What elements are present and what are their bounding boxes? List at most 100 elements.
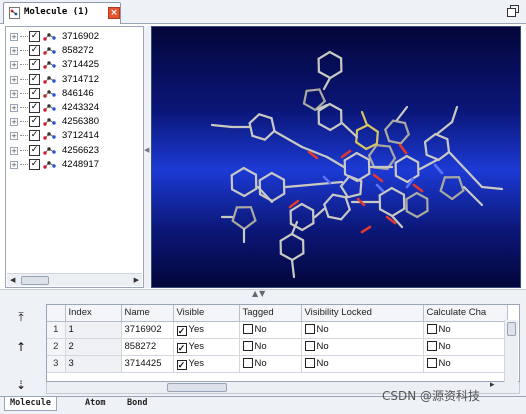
splitter-grip-icon[interactable]: ▲▼ (252, 289, 266, 298)
tab-bond-properties[interactable]: Bond (122, 397, 152, 411)
locked-checkbox[interactable] (304, 341, 315, 351)
visibility-checkbox[interactable]: ✓ (29, 158, 40, 170)
visible-checkbox[interactable]: ✓ (176, 359, 187, 370)
visible-checkbox[interactable]: ✓ (176, 325, 187, 336)
tree-item[interactable]: + ✓ 3714425 (6, 58, 143, 72)
visible-cell[interactable]: ✓ Yes (173, 321, 240, 339)
visibility-checkbox[interactable]: ✓ (29, 130, 40, 142)
locked-checkbox[interactable] (304, 324, 315, 334)
visible-checkbox[interactable]: ✓ (176, 342, 187, 353)
column-header-tagged[interactable]: Tagged (239, 305, 302, 322)
visibility-checkbox[interactable]: ✓ (29, 45, 40, 57)
tree-item[interactable]: + ✓ 4243324 (6, 101, 143, 115)
column-header-name[interactable]: Name (121, 305, 174, 322)
tagged-cell[interactable]: No (239, 321, 302, 339)
expand-icon[interactable]: + (10, 118, 18, 127)
visibility-checkbox[interactable]: ✓ (29, 59, 40, 71)
tagged-checkbox[interactable] (242, 341, 253, 351)
tree-item[interactable]: + ✓ 4248917 (6, 158, 143, 172)
tagged-checkbox[interactable] (242, 358, 253, 368)
resize-grip-icon[interactable]: ▸ (490, 380, 495, 390)
close-tab-button[interactable]: × (108, 7, 120, 19)
molecule-icon (43, 33, 56, 41)
expand-icon[interactable]: + (10, 75, 18, 84)
vertical-splitter[interactable]: ◀ (144, 26, 151, 288)
expand-icon[interactable]: + (10, 132, 18, 141)
tagged-cell[interactable]: No (239, 355, 302, 373)
collapse-left-icon[interactable]: ◀ (144, 146, 149, 154)
row-number[interactable]: 3 (47, 355, 66, 373)
expand-icon[interactable]: + (10, 104, 18, 112)
tree-item[interactable]: + ✓ 846146 (6, 87, 143, 101)
molecule-3d-viewer[interactable] (151, 26, 521, 288)
tab-atom-properties[interactable]: Atom (80, 397, 110, 411)
tab-molecule[interactable]: Molecule (1) × (3, 2, 121, 24)
table-row[interactable]: 2 2 858272 ✓ Yes No No No (47, 338, 508, 356)
scroll-thumb[interactable] (167, 383, 227, 392)
molecule-icon (43, 118, 56, 126)
scroll-thumb[interactable] (507, 322, 516, 336)
tree-item[interactable]: + ✓ 3712414 (6, 129, 143, 143)
tree-item[interactable]: + ✓ 858272 (6, 44, 143, 58)
molecule-icon (43, 47, 56, 55)
scroll-thumb[interactable] (21, 276, 49, 285)
tab-title: Molecule (1) (24, 7, 90, 17)
calculate-charge-checkbox[interactable] (426, 324, 437, 334)
molecule-icon (43, 161, 56, 169)
index-cell[interactable]: 3 (65, 355, 122, 373)
locked-cell[interactable]: No (301, 338, 424, 356)
expand-icon[interactable]: + (10, 146, 18, 155)
scroll-right-icon[interactable]: ▶ (134, 276, 139, 284)
visibility-checkbox[interactable]: ✓ (29, 31, 40, 42)
tagged-checkbox[interactable] (242, 324, 253, 334)
tagged-cell[interactable]: No (239, 338, 302, 356)
column-header-index[interactable]: Index (65, 305, 122, 322)
horizontal-splitter[interactable]: ▲▼ (0, 289, 526, 299)
expand-icon[interactable]: + (10, 160, 18, 169)
table-row[interactable]: 3 3 3714425 ✓ Yes No No No (47, 355, 508, 373)
column-header-calculate-charge[interactable]: Calculate Cha (423, 305, 508, 322)
row-number[interactable]: 1 (47, 321, 66, 339)
tree-item[interactable]: + ✓ 4256380 (6, 115, 143, 129)
visibility-checkbox[interactable]: ✓ (29, 102, 40, 113)
tree-horizontal-scrollbar[interactable]: ◀ ▶ (7, 273, 142, 286)
calculate-charge-cell[interactable]: No (423, 338, 508, 356)
calculate-charge-checkbox[interactable] (426, 358, 437, 368)
move-to-top-button[interactable]: ⤒ (12, 308, 30, 326)
table-row[interactable]: 1 1 3716902 ✓ Yes No No No (47, 321, 508, 339)
expand-icon[interactable]: + (10, 89, 18, 98)
move-down-button[interactable]: ⇣ (12, 376, 30, 394)
visibility-checkbox[interactable]: ✓ (29, 87, 40, 99)
locked-cell[interactable]: No (301, 355, 424, 373)
calculate-charge-checkbox[interactable] (426, 341, 437, 351)
name-cell[interactable]: 858272 (121, 338, 174, 356)
calculate-charge-cell[interactable]: No (423, 355, 508, 373)
table-vertical-scrollbar[interactable] (504, 320, 518, 382)
visible-cell[interactable]: ✓ Yes (173, 338, 240, 356)
locked-checkbox[interactable] (304, 358, 315, 368)
restore-window-icon[interactable] (507, 5, 519, 17)
name-cell[interactable]: 3716902 (121, 321, 174, 339)
visibility-checkbox[interactable]: ✓ (29, 73, 40, 85)
column-header-visibility-locked[interactable]: Visibility Locked (301, 305, 424, 322)
index-cell[interactable]: 2 (65, 338, 122, 356)
tree-item[interactable]: + ✓ 3716902 (6, 30, 143, 44)
calculate-charge-cell[interactable]: No (423, 321, 508, 339)
tree-item[interactable]: + ✓ 4256623 (6, 144, 143, 158)
expand-icon[interactable]: + (10, 47, 18, 56)
column-header-visible[interactable]: Visible (173, 305, 240, 322)
scroll-left-icon[interactable]: ◀ (10, 276, 15, 284)
row-number[interactable]: 2 (47, 338, 66, 356)
expand-icon[interactable]: + (10, 61, 18, 70)
name-cell[interactable]: 3714425 (121, 355, 174, 373)
visibility-checkbox[interactable]: ✓ (29, 116, 40, 128)
move-up-button[interactable]: ↑ (12, 338, 30, 356)
locked-cell[interactable]: No (301, 321, 424, 339)
index-cell[interactable]: 1 (65, 321, 122, 339)
expand-icon[interactable]: + (10, 33, 18, 41)
visible-cell[interactable]: ✓ Yes (173, 355, 240, 373)
tree-item[interactable]: + ✓ 3714712 (6, 73, 143, 87)
visibility-checkbox[interactable]: ✓ (29, 144, 40, 156)
tab-molecule-properties[interactable]: Molecule (4, 397, 57, 411)
document-tab-bar: Molecule (1) × (0, 0, 526, 24)
